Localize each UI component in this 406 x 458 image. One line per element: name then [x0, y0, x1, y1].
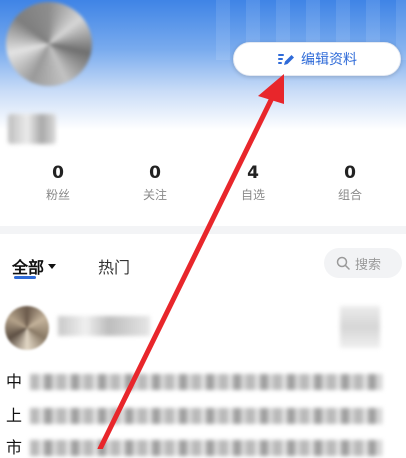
post-text-redacted [30, 374, 382, 390]
stat-value: 0 [344, 163, 356, 183]
active-tab-indicator [14, 276, 36, 279]
stat-value: 0 [52, 163, 64, 183]
post-line-start: 市 [6, 438, 23, 457]
stat-label: 组合 [337, 188, 362, 202]
stat-label: 粉丝 [45, 188, 70, 202]
tab-hot[interactable]: 热门 [98, 254, 130, 278]
username-redacted [8, 114, 56, 144]
post-line: 中 [6, 372, 382, 392]
tab-all-label: 全部 [12, 258, 45, 277]
post-text-redacted [30, 408, 382, 424]
post-author-name-redacted [58, 316, 150, 336]
section-divider [0, 226, 406, 234]
post-meta-redacted [340, 306, 380, 348]
feed-post[interactable]: 中 上 市 [0, 298, 406, 457]
post-line: 上 [6, 406, 382, 426]
edit-profile-button[interactable]: 编辑资料 [233, 42, 401, 76]
pencil-edit-icon [278, 54, 294, 65]
post-author-avatar[interactable] [5, 306, 49, 350]
stat-label: 自选 [240, 188, 265, 202]
post-text-redacted [30, 440, 382, 456]
stat-portfolios[interactable]: 0 组合 [315, 163, 385, 202]
profile-avatar[interactable] [6, 2, 92, 86]
post-line: 市 [6, 438, 382, 458]
stat-value: 4 [247, 163, 259, 183]
stat-followers[interactable]: 0 粉丝 [23, 163, 93, 202]
edit-profile-label: 编辑资料 [301, 52, 357, 68]
post-line-start: 中 [6, 372, 23, 391]
caret-down-icon [48, 264, 57, 269]
tab-all[interactable]: 全部 [12, 254, 57, 278]
profile-stats: 0 粉丝 0 关注 4 自选 0 组合 [0, 163, 406, 207]
stat-following[interactable]: 0 关注 [120, 163, 190, 202]
post-line-start: 上 [6, 406, 23, 425]
stat-watchlist[interactable]: 4 自选 [218, 163, 288, 202]
search-button[interactable]: 搜索 [324, 248, 402, 278]
stat-label: 关注 [142, 188, 167, 202]
search-icon [336, 256, 350, 270]
stat-value: 0 [149, 163, 161, 183]
search-label: 搜索 [355, 257, 382, 273]
